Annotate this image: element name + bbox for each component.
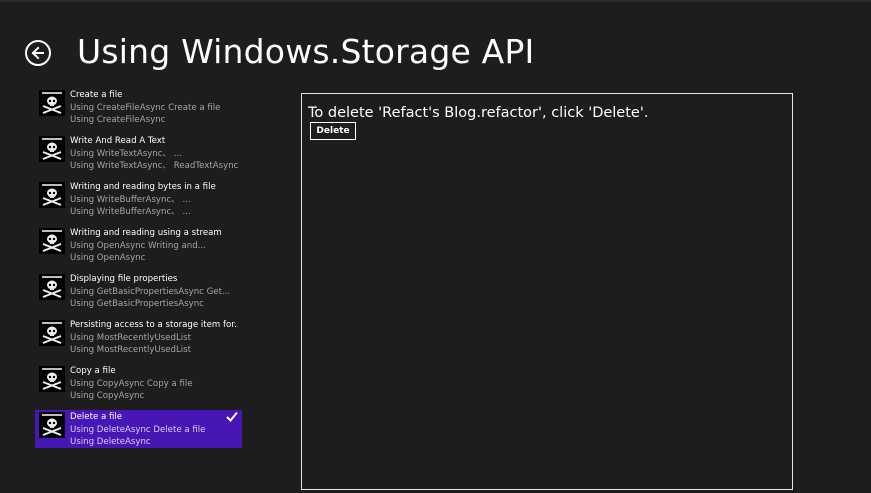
scenario-subtitle: Using CreateFileAsync Create a file: [70, 102, 221, 113]
scenario-subtitle: Using MostRecentlyUsedList: [70, 332, 192, 343]
pirate-flag-icon: [39, 182, 65, 208]
page-title: Using Windows.Storage API: [77, 32, 535, 71]
scenario-description: Using MostRecentlyUsedList: [70, 345, 192, 355]
back-button[interactable]: [25, 40, 51, 66]
scenario-title: Writing and reading bytes in a file: [70, 182, 216, 192]
scenario-description: Using GetBasicPropertiesAsync: [70, 299, 204, 309]
scenario-title: Delete a file: [70, 412, 123, 422]
pirate-flag-icon: [39, 366, 65, 392]
pirate-flag-icon: [39, 412, 65, 438]
scenario-description: Using WriteTextAsync、 ReadTextAsync: [70, 161, 238, 171]
pirate-flag-icon: [39, 274, 65, 300]
scenario-title: Displaying file properties: [70, 274, 178, 284]
scenario-title: Persisting access to a storage item for.…: [70, 320, 238, 330]
pirate-flag-icon: [39, 320, 65, 346]
scenario-description: Using CopyAsync: [70, 391, 145, 401]
scenario-description: Using CreateFileAsync: [70, 115, 166, 125]
scenario-item-copy-file[interactable]: Copy a file Using CopyAsync Copy a file …: [35, 364, 242, 402]
scenario-subtitle: Using CopyAsync Copy a file: [70, 378, 193, 389]
scenario-description: Using WriteBufferAsync、 ...: [70, 207, 191, 217]
scenario-subtitle: Using GetBasicPropertiesAsync Get...: [70, 286, 231, 297]
scenario-subtitle: Using WriteTextAsync、 ...: [70, 148, 182, 159]
delete-button[interactable]: Delete: [310, 122, 356, 140]
scenario-subtitle: Using WriteBufferAsync、 ...: [70, 194, 191, 205]
checkmark-icon: [226, 411, 238, 422]
scenario-item-file-properties[interactable]: Displaying file properties Using GetBasi…: [35, 272, 242, 310]
output-panel: To delete 'Refact's Blog.refactor', clic…: [301, 93, 793, 490]
scenario-description: Using DeleteAsync: [70, 437, 151, 447]
scenario-subtitle: Using OpenAsync Writing and...: [70, 240, 206, 251]
scenario-item-create-file[interactable]: Create a file Using CreateFileAsync Crea…: [35, 88, 242, 126]
pirate-flag-icon: [39, 136, 65, 162]
scenario-item-write-read-text[interactable]: Write And Read A Text Using WriteTextAsy…: [35, 134, 242, 172]
scenario-item-delete-file[interactable]: Delete a file Using DeleteAsync Delete a…: [35, 410, 242, 448]
pirate-flag-icon: [39, 228, 65, 254]
scenario-title: Create a file: [70, 90, 123, 100]
output-message: To delete 'Refact's Blog.refactor', clic…: [308, 105, 649, 121]
scenario-list: Create a file Using CreateFileAsync Crea…: [35, 88, 242, 456]
scenario-subtitle: Using DeleteAsync Delete a file: [70, 424, 206, 435]
scenario-title: Writing and reading using a stream: [70, 228, 222, 238]
scenario-item-bytes[interactable]: Writing and reading bytes in a file Usin…: [35, 180, 242, 218]
scenario-item-persisting-access[interactable]: Persisting access to a storage item for.…: [35, 318, 242, 356]
window-top-edge: [0, 0, 871, 2]
back-arrow-icon: [31, 46, 44, 60]
pirate-flag-icon: [39, 90, 65, 116]
scenario-description: Using OpenAsync: [70, 253, 146, 263]
scenario-title: Write And Read A Text: [70, 136, 166, 146]
scenario-item-stream[interactable]: Writing and reading using a stream Using…: [35, 226, 242, 264]
scenario-title: Copy a file: [70, 366, 116, 376]
